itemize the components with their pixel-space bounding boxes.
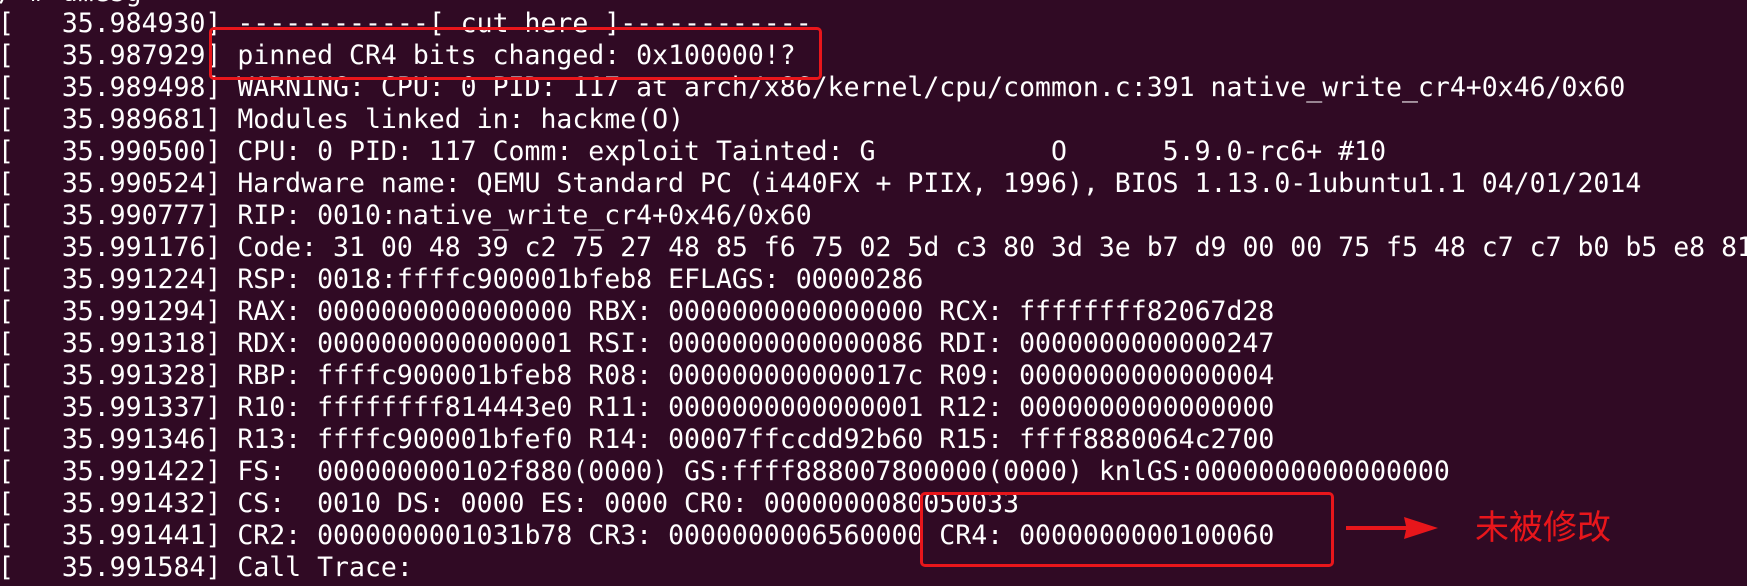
log-line-call-trace: [ 35.991584] Call Trace:: [0, 552, 413, 583]
log-line-rdx: [ 35.991318] RDX: 0000000000000001 RSI: …: [0, 328, 1275, 359]
log-line-hardware: [ 35.990524] Hardware name: QEMU Standar…: [0, 168, 1642, 199]
log-line-warning: [ 35.989498] WARNING: CPU: 0 PID: 117 at…: [0, 72, 1626, 103]
log-line-pinned-cr4: [ 35.987929] pinned CR4 bits changed: 0x…: [0, 40, 796, 71]
terminal-window[interactable]: / # dmesg [ 35.984930] ------------[ cut…: [0, 0, 1747, 586]
log-line-modules: [ 35.989681] Modules linked in: hackme(O…: [0, 104, 685, 135]
log-line-rip: [ 35.990777] RIP: 0010:native_write_cr4+…: [0, 200, 812, 231]
log-line-rax: [ 35.991294] RAX: 0000000000000000 RBX: …: [0, 296, 1275, 327]
log-line-r10: [ 35.991337] R10: ffffffff814443e0 R11: …: [0, 392, 1275, 423]
arrow-icon: [1346, 517, 1438, 539]
log-line-cr2: [ 35.991441] CR2: 0000000001031b78 CR3: …: [0, 520, 1275, 551]
log-line-code: [ 35.991176] Code: 31 00 48 39 c2 75 27 …: [0, 232, 1747, 263]
log-line-cs: [ 35.991432] CS: 0010 DS: 0000 ES: 0000 …: [0, 488, 1020, 519]
log-line-rbp: [ 35.991328] RBP: ffffc900001bfeb8 R08: …: [0, 360, 1275, 391]
log-line-cut-here: [ 35.984930] ------------[ cut here ]---…: [0, 8, 812, 39]
log-line-r13: [ 35.991346] R13: ffffc900001bfef0 R14: …: [0, 424, 1275, 455]
annotation-label: 未被修改: [1475, 508, 1611, 548]
log-line-cpu: [ 35.990500] CPU: 0 PID: 117 Comm: explo…: [0, 136, 1387, 167]
log-line-rsp: [ 35.991224] RSP: 0018:ffffc900001bfeb8 …: [0, 264, 924, 295]
log-line-fs: [ 35.991422] FS: 000000000102f880(0000) …: [0, 456, 1450, 487]
